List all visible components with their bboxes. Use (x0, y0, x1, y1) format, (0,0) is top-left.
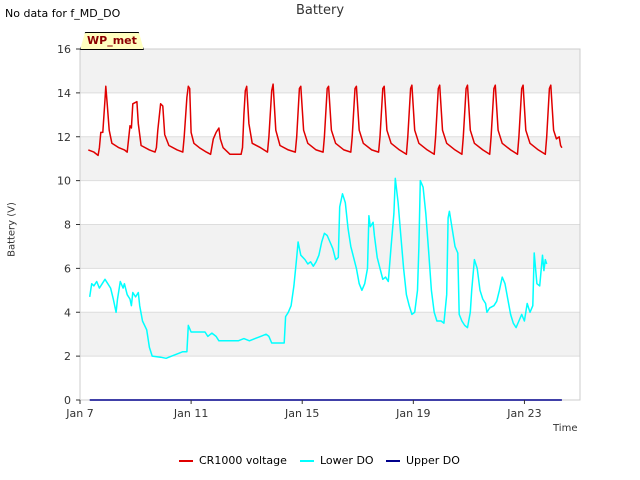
y-tick-label: 0 (64, 394, 71, 407)
y-tick-label: 2 (64, 350, 71, 363)
plot-band (80, 356, 580, 400)
y-tick-label: 16 (57, 43, 71, 56)
y-tick-label: 4 (64, 306, 71, 319)
x-ticks: Jan 7 Jan 11 Jan 15 Jan 19 Jan 23 (65, 400, 542, 420)
x-tick-label: Jan 7 (65, 407, 93, 420)
legend-label-upper-do: Upper DO (406, 454, 460, 467)
y-tick-label: 8 (64, 219, 71, 232)
y-tick-label: 12 (57, 131, 71, 144)
battery-chart: 0246810121416 Jan 7 Jan 11 Jan 15 Jan 19 Jan… (57, 43, 581, 420)
plot-band (80, 224, 580, 269)
x-tick-label: Jan 23 (506, 407, 541, 420)
legend-swatch-upper-do (386, 459, 400, 462)
legend-item-upper-do: Upper DO (386, 454, 460, 467)
legend-swatch-cr1000 (179, 459, 193, 462)
legend-swatch-lower-do (300, 459, 314, 462)
y-tick-label: 14 (57, 87, 71, 100)
plot-band (80, 312, 580, 357)
y-tick-label: 10 (57, 175, 71, 188)
plot-band (80, 180, 580, 225)
plot-band (80, 268, 580, 313)
y-tick-label: 6 (64, 262, 71, 275)
plot-band (80, 136, 580, 181)
wp-met-label: WP_met (80, 32, 144, 50)
plot-band (80, 49, 580, 93)
legend-label-cr1000: CR1000 voltage (199, 454, 287, 467)
y-ticks: 0 2 4 6 8 10 12 14 16 (57, 43, 80, 407)
legend-item-cr1000: CR1000 voltage (179, 454, 287, 467)
x-tick-label: Jan 11 (173, 407, 208, 420)
x-tick-label: Jan 19 (395, 407, 430, 420)
legend-label-lower-do: Lower DO (320, 454, 374, 467)
legend-item-lower-do: Lower DO (300, 454, 374, 467)
x-tick-label: Jan 15 (284, 407, 319, 420)
